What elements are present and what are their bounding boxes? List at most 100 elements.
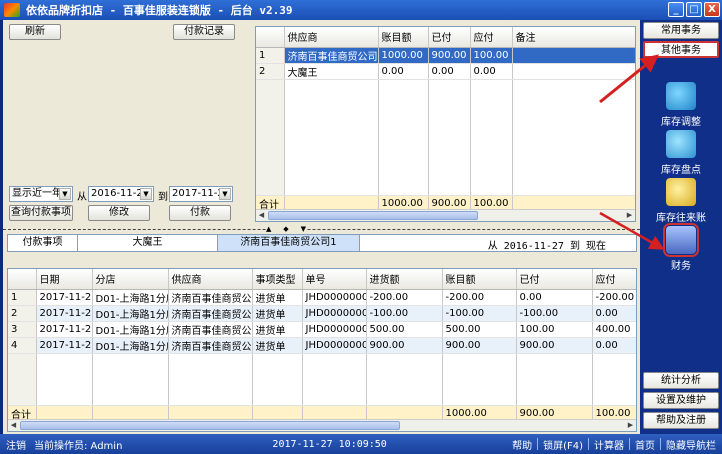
stocktake-item[interactable]: 库存盘点: [640, 130, 722, 176]
stats-analysis-button[interactable]: 统计分析: [643, 372, 719, 389]
hide-nav-link[interactable]: 隐藏导航栏: [666, 437, 716, 452]
inventory-ledger-item[interactable]: 库存往来账: [640, 178, 722, 224]
date-to-picker[interactable]: 2017-11-27 ▼: [169, 186, 233, 202]
column-header[interactable]: 供应商: [168, 269, 253, 290]
supplier-cell[interactable]: 大魔王: [284, 63, 379, 80]
column-header[interactable]: 账目额: [378, 27, 429, 48]
paid-cell[interactable]: 900.00: [516, 337, 593, 354]
paid-cell[interactable]: 100.00: [516, 321, 593, 338]
note-cell[interactable]: [512, 47, 635, 64]
chevron-down-icon[interactable]: ▼: [59, 188, 71, 200]
purchase-cell[interactable]: 500.00: [366, 321, 443, 338]
store-cell[interactable]: D01-上海路1分店: [92, 289, 169, 306]
store-cell[interactable]: D01-上海路1分店: [92, 305, 169, 322]
panel-splitter[interactable]: ▲ ◆ ▼: [3, 225, 640, 234]
due-cell[interactable]: 0.00: [592, 305, 636, 322]
paid-cell[interactable]: 0.00: [516, 289, 593, 306]
order-number-cell[interactable]: JHD00000004: [302, 305, 367, 322]
amount-cell[interactable]: 0.00: [378, 63, 429, 80]
query-payment-button[interactable]: 查询付款事项: [9, 205, 73, 221]
amount-cell[interactable]: 900.00: [442, 337, 517, 354]
column-header[interactable]: 已付: [428, 27, 471, 48]
scroll-right-icon[interactable]: ▶: [625, 420, 636, 431]
purchase-cell[interactable]: 900.00: [366, 337, 443, 354]
splitter-grip-icon[interactable]: ▲ ◆ ▼: [266, 225, 306, 234]
scroll-thumb[interactable]: [268, 211, 478, 220]
detail-grid[interactable]: 日期 分店 供应商 事项类型 单号 进货额 账目额 已付 应付 1 2017-1…: [7, 268, 637, 432]
inventory-adjust-item[interactable]: 库存调整: [640, 82, 722, 128]
column-header[interactable]: 日期: [36, 269, 93, 290]
type-cell[interactable]: 进货单: [252, 321, 303, 338]
column-header[interactable]: 应付: [470, 27, 513, 48]
scroll-left-icon[interactable]: ◀: [8, 420, 19, 431]
horizontal-scrollbar[interactable]: ◀ ▶: [8, 419, 636, 431]
paid-cell[interactable]: 0.00: [428, 63, 471, 80]
tab-supplier-jinan[interactable]: 济南百事佳商贸公司1: [218, 235, 360, 251]
order-number-cell[interactable]: JHD00000003: [302, 321, 367, 338]
scroll-right-icon[interactable]: ▶: [624, 210, 635, 221]
column-header[interactable]: 备注: [512, 27, 635, 48]
due-cell[interactable]: -200.00: [592, 289, 636, 306]
tab-supplier-damowang[interactable]: 大魔王: [78, 235, 218, 251]
amount-cell[interactable]: -200.00: [442, 289, 517, 306]
table-row[interactable]: 1 2017-11-22 D01-上海路1分店 济南百事佳商贸公司 进货单 JH…: [8, 289, 636, 306]
help-register-button[interactable]: 帮助及注册: [643, 412, 719, 429]
chevron-down-icon[interactable]: ▼: [140, 188, 152, 200]
close-button[interactable]: X: [704, 2, 720, 17]
pay-button[interactable]: 付款: [169, 205, 231, 221]
date-cell[interactable]: 2017-11-22: [36, 289, 93, 306]
due-cell[interactable]: 0.00: [592, 337, 636, 354]
type-cell[interactable]: 进货单: [252, 289, 303, 306]
supplier-cell[interactable]: 济南百事佳商贸公司: [168, 337, 253, 354]
refresh-button[interactable]: 刷新: [9, 24, 61, 40]
date-cell[interactable]: 2017-11-22: [36, 321, 93, 338]
lock-screen-link[interactable]: 锁屏(F4): [543, 437, 583, 452]
purchase-cell[interactable]: -200.00: [366, 289, 443, 306]
supplier-cell[interactable]: 济南百事佳商贸公司: [168, 305, 253, 322]
column-header[interactable]: 供应商: [284, 27, 379, 48]
table-row[interactable]: 2 2017-11-22 D01-上海路1分店 济南百事佳商贸公司 进货单 JH…: [8, 305, 636, 322]
help-link[interactable]: 帮助: [512, 437, 532, 452]
column-header[interactable]: 应付: [592, 269, 636, 290]
table-row[interactable]: 1 济南百事佳商贸公司1 1000.00 900.00 100.00: [256, 47, 635, 64]
purchase-cell[interactable]: -100.00: [366, 305, 443, 322]
chevron-down-icon[interactable]: ▼: [219, 188, 231, 200]
home-link[interactable]: 首页: [635, 437, 655, 452]
column-header[interactable]: 已付: [516, 269, 593, 290]
date-cell[interactable]: 2017-11-22: [36, 305, 93, 322]
maximize-button[interactable]: □: [686, 2, 702, 17]
table-row[interactable]: 3 2017-11-22 D01-上海路1分店 济南百事佳商贸公司 进货单 JH…: [8, 321, 636, 338]
due-cell[interactable]: 100.00: [470, 47, 513, 64]
column-header[interactable]: 账目额: [442, 269, 517, 290]
note-cell[interactable]: [512, 63, 635, 80]
finance-item[interactable]: 财务: [640, 223, 722, 272]
column-header[interactable]: 事项类型: [252, 269, 303, 290]
store-cell[interactable]: D01-上海路1分店: [92, 337, 169, 354]
table-row[interactable]: 2 大魔王 0.00 0.00 0.00: [256, 63, 635, 80]
payment-record-button[interactable]: 付款记录: [173, 24, 235, 40]
scroll-thumb[interactable]: [20, 421, 400, 430]
settings-button[interactable]: 设置及维护: [643, 392, 719, 409]
supplier-grid[interactable]: 供应商 账目额 已付 应付 备注 1 济南百事佳商贸公司1 1000.00 90…: [255, 26, 636, 222]
due-cell[interactable]: 400.00: [592, 321, 636, 338]
amount-cell[interactable]: 500.00: [442, 321, 517, 338]
type-cell[interactable]: 进货单: [252, 337, 303, 354]
date-from-picker[interactable]: 2016-11-27 ▼: [88, 186, 154, 202]
column-header[interactable]: 单号: [302, 269, 367, 290]
supplier-cell[interactable]: 济南百事佳商贸公司: [168, 321, 253, 338]
paid-cell[interactable]: 900.00: [428, 47, 471, 64]
amount-cell[interactable]: -100.00: [442, 305, 517, 322]
store-cell[interactable]: D01-上海路1分店: [92, 321, 169, 338]
type-cell[interactable]: 进货单: [252, 305, 303, 322]
due-cell[interactable]: 0.00: [470, 63, 513, 80]
paid-cell[interactable]: -100.00: [516, 305, 593, 322]
amount-cell[interactable]: 1000.00: [378, 47, 429, 64]
column-header[interactable]: 分店: [92, 269, 169, 290]
date-cell[interactable]: 2017-11-22: [36, 337, 93, 354]
supplier-cell[interactable]: 济南百事佳商贸公司: [168, 289, 253, 306]
logout-link[interactable]: 注销: [6, 437, 26, 452]
order-number-cell[interactable]: JHD00000002: [302, 337, 367, 354]
tab-payment-items[interactable]: 付款事项: [8, 235, 78, 251]
order-number-cell[interactable]: JHD00000005: [302, 289, 367, 306]
common-tasks-button[interactable]: 常用事务: [643, 22, 719, 39]
